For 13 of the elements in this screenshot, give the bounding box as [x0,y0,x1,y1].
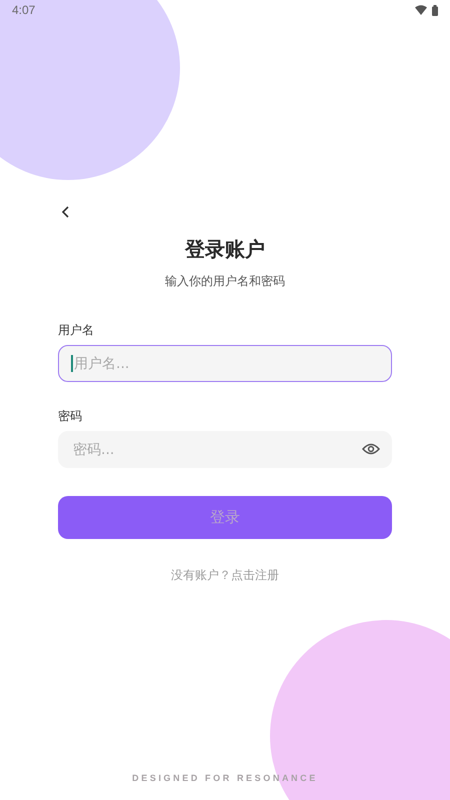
page-subtitle: 输入你的用户名和密码 [164,273,286,290]
username-field[interactable]: 用户名... [58,345,392,382]
footer-text: DESIGNED FOR RESONANCE [132,773,318,783]
eye-icon[interactable] [362,443,380,455]
text-cursor [71,355,73,372]
status-time: 4:07 [12,3,36,17]
battery-icon [432,4,438,16]
register-link[interactable]: 没有账户？点击注册 [171,567,279,584]
field-label: 密码 [58,408,82,425]
page-title: 登录账户 [184,236,266,263]
wifi-icon [415,5,427,15]
password-field[interactable]: 密码... [58,431,392,468]
field-label: 用户名 [58,322,94,339]
